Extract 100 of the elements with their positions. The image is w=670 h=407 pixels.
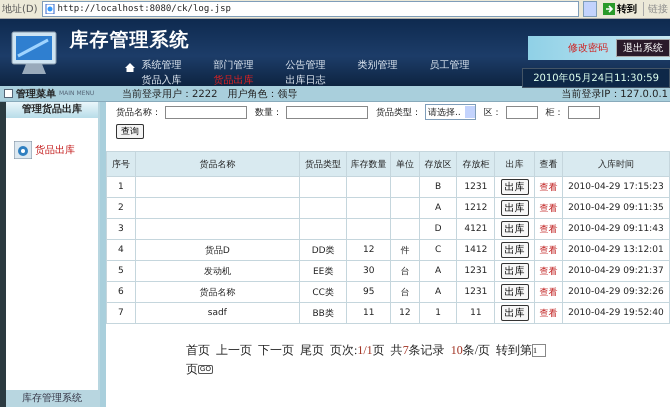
column-header: 货品类型 — [299, 152, 347, 176]
table-cell: 1212 — [464, 203, 488, 213]
sidebar-item[interactable]: 货品出库 — [6, 140, 81, 160]
total-label: 共 — [390, 342, 403, 359]
goto-label: 转到第 — [496, 342, 532, 359]
page-icon — [44, 4, 55, 14]
page-value: 1/1 — [357, 343, 373, 358]
stock-out-button[interactable]: 出库 — [500, 221, 529, 237]
table-cell: 5 — [118, 266, 124, 276]
table-cell: A — [435, 203, 442, 213]
goto-suffix: 页 — [186, 361, 198, 378]
table-cell: 货品D — [204, 246, 230, 256]
pager-link[interactable]: 上一页 — [216, 342, 252, 359]
page-input[interactable]: 1 — [532, 344, 546, 357]
total-count: 7 — [402, 343, 409, 358]
table-cell: CC类 — [312, 288, 334, 298]
table-cell: 件 — [400, 246, 410, 256]
table-cell: A — [435, 287, 442, 297]
per-page-count: 10 — [450, 343, 463, 358]
menu-title: 管理菜单 — [16, 88, 56, 100]
table-cell: 2010-04-29 17:15:23 — [568, 182, 664, 192]
table-cell: 2010-04-29 13:12:01 — [568, 245, 664, 255]
column-header: 单位 — [390, 152, 420, 176]
stock-out-button[interactable]: 出库 — [500, 242, 529, 258]
stock-out-button[interactable]: 出库 — [500, 284, 529, 300]
nav-item[interactable]: 货品入库 — [141, 74, 214, 87]
nav-item[interactable]: 公告管理 — [285, 59, 358, 72]
column-header: 入库时间 — [562, 152, 670, 176]
table-cell: D — [434, 224, 442, 234]
table-cell: 1 — [118, 182, 124, 192]
page-label: 页次: — [330, 342, 358, 359]
type-select[interactable]: 请选择.. — [425, 104, 476, 120]
table-cell: 12 — [363, 245, 374, 255]
table-cell: sadf — [208, 308, 227, 318]
input-field[interactable] — [286, 106, 368, 118]
datetime-display: 2010年05月24日11:30:59 — [522, 68, 670, 88]
pager-link[interactable]: 尾页 — [300, 342, 324, 359]
stock-out-button[interactable]: 出库 — [500, 305, 529, 321]
user-role: 用户角色：领导 — [227, 88, 298, 100]
table-cell: 6 — [118, 287, 124, 297]
table-cell: 1231 — [464, 287, 488, 297]
column-header: 货品名称 — [135, 152, 300, 176]
go-button[interactable]: 转到 — [601, 2, 639, 16]
table-cell: 12 — [399, 308, 411, 318]
table-cell: BB类 — [312, 308, 334, 318]
pager-link[interactable]: 下一页 — [258, 342, 294, 359]
logout-button[interactable]: 退出系统 — [616, 39, 670, 57]
table-cell: B — [435, 182, 442, 192]
column-header: 存放区 — [419, 152, 457, 176]
table-cell: A — [435, 266, 442, 276]
search-button[interactable]: 查询 — [116, 124, 144, 139]
table-cell: 2010-04-29 09:21:37 — [568, 266, 664, 276]
pager-link[interactable]: 首页 — [186, 342, 210, 359]
change-password-link[interactable]: 修改密码 — [568, 41, 608, 55]
stock-out-button[interactable]: 出库 — [500, 200, 529, 216]
table-cell: 1231 — [464, 182, 488, 192]
field-label: 货品名称： — [116, 106, 161, 118]
field-label: 数量： — [255, 106, 282, 118]
nav-item[interactable]: 类别管理 — [357, 59, 430, 72]
table-cell: 台 — [400, 288, 410, 298]
nav-item[interactable]: 出库日志 — [285, 74, 358, 87]
column-header: 库存数量 — [346, 152, 391, 176]
nav-item[interactable]: 部门管理 — [213, 59, 286, 72]
table-cell: 2 — [118, 203, 124, 213]
table-cell: 1412 — [464, 245, 488, 255]
column-header: 存放柜 — [456, 152, 495, 176]
stock-out-button[interactable]: 出库 — [500, 179, 529, 195]
app-title: 库存管理系统 — [69, 28, 190, 53]
table-cell: 货品名称 — [199, 288, 236, 298]
input-field[interactable] — [165, 106, 247, 118]
table-cell: EE类 — [312, 266, 334, 276]
table-cell: 7 — [118, 308, 124, 318]
field-label: 货品类型： — [376, 106, 421, 118]
per-page-suffix: 条/页 — [462, 342, 490, 359]
current-ip: 当前登录IP：127.0.0.1 — [561, 88, 669, 100]
nav-item[interactable]: 系统管理 — [141, 59, 214, 72]
input-field[interactable] — [568, 106, 600, 118]
current-user: 当前登录用户：2222 — [122, 88, 218, 100]
table-cell: 1231 — [464, 266, 488, 276]
table-cell: 2010-04-29 19:52:40 — [568, 308, 664, 318]
table-cell: 11 — [470, 308, 482, 318]
table-cell: 4121 — [464, 224, 488, 234]
table-cell: 30 — [363, 266, 374, 276]
table-cell: 2010-04-29 09:11:35 — [568, 203, 664, 213]
table-cell: 2010-04-29 09:32:26 — [568, 287, 664, 297]
table-cell: 1 — [435, 308, 441, 318]
table-cell: 95 — [363, 287, 374, 297]
arrow-icon — [603, 3, 615, 15]
home-icon[interactable] — [125, 63, 136, 72]
column-header: 查看 — [534, 152, 562, 176]
table-cell: 3 — [118, 224, 124, 234]
address-label: 地址(D) — [2, 2, 38, 16]
sidebar-title: 管理货品出库 — [6, 102, 98, 118]
field-label: 区： — [484, 106, 502, 118]
page-suffix: 页 — [372, 342, 385, 359]
table-cell: 台 — [400, 266, 410, 276]
stock-out-button[interactable]: 出库 — [500, 263, 529, 279]
nav-item[interactable]: 员工管理 — [429, 59, 502, 72]
input-field[interactable] — [506, 106, 538, 118]
address-field[interactable]: http://localhost:8080/ck/log.jsp — [42, 1, 579, 17]
